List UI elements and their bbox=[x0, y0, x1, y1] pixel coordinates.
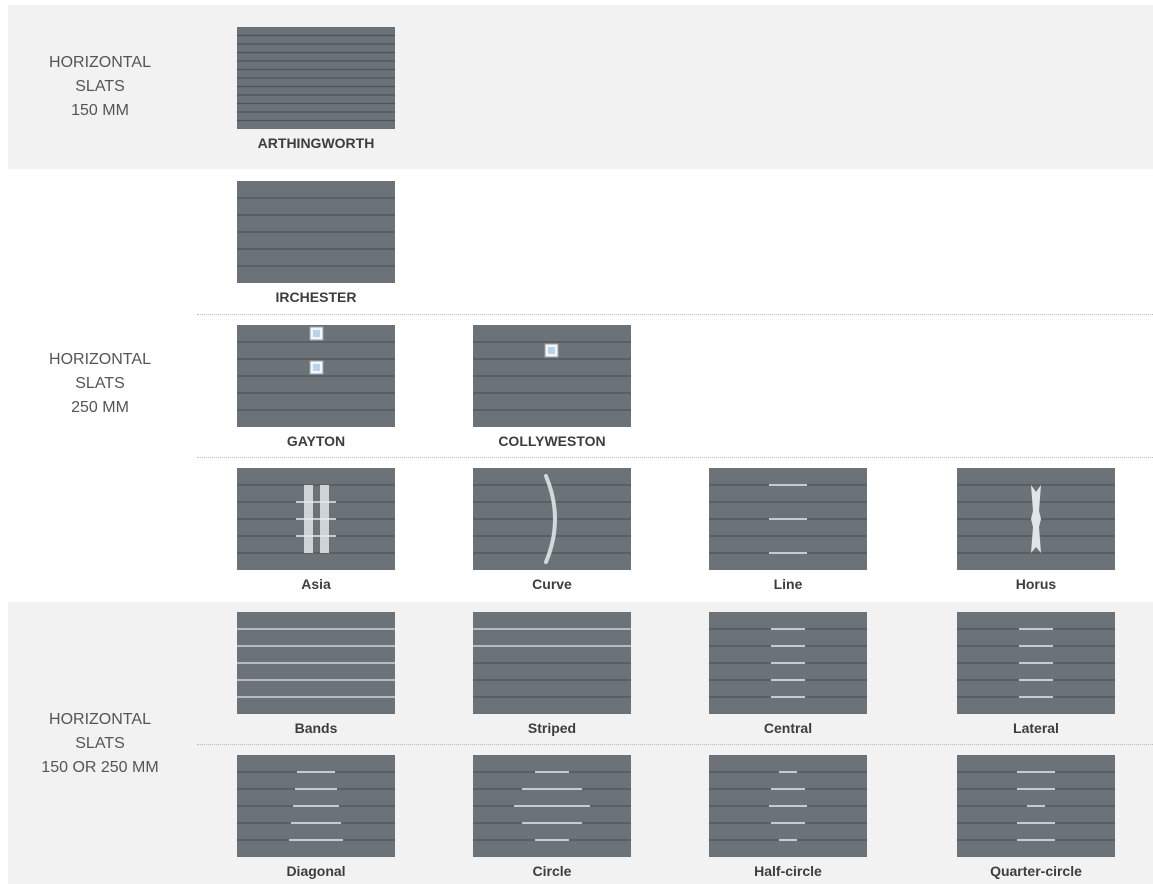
model-swatch-curve bbox=[473, 468, 631, 570]
model-name: Curve bbox=[532, 576, 572, 592]
swatch-pattern-central bbox=[709, 628, 867, 698]
group-label-line: 150 MM bbox=[71, 102, 129, 119]
model-swatch-striped bbox=[473, 612, 631, 714]
model-name: COLLYWESTON bbox=[498, 433, 606, 449]
model-swatch-lateral bbox=[957, 612, 1115, 714]
group-label-line: HORIZONTAL bbox=[49, 351, 151, 368]
model-swatch-collyweston bbox=[473, 325, 631, 427]
row-separator bbox=[197, 744, 1153, 745]
swatch-pattern-circle bbox=[473, 771, 631, 841]
swatch-pattern-lateral bbox=[957, 628, 1115, 698]
model-swatch-diagonal bbox=[237, 755, 395, 857]
group-label-150: HORIZONTAL SLATS 150 MM bbox=[10, 51, 190, 123]
swatch-pattern-horus bbox=[957, 484, 1115, 554]
group-label-150-or-250: HORIZONTAL SLATS 150 OR 250 MM bbox=[10, 708, 190, 780]
model-swatch-horus bbox=[957, 468, 1115, 570]
model-name: Bands bbox=[294, 720, 338, 736]
swatch-pattern-bands bbox=[237, 628, 395, 698]
model-name: Central bbox=[763, 720, 813, 736]
model-name: Diagonal bbox=[286, 863, 346, 879]
model-swatch-bands bbox=[237, 612, 395, 714]
group-label-line: 150 OR 250 MM bbox=[41, 759, 159, 776]
group-label-line: 250 MM bbox=[71, 399, 129, 416]
swatch-pattern-two-windows bbox=[237, 326, 395, 411]
swatch-pattern-quarter-circle bbox=[957, 771, 1115, 841]
model-swatch-circle bbox=[473, 755, 631, 857]
model-swatch-central bbox=[709, 612, 867, 714]
model-name: Asia bbox=[301, 576, 331, 592]
model-name: GAYTON bbox=[286, 433, 346, 449]
group-label-line: HORIZONTAL bbox=[49, 711, 151, 728]
model-swatch-asia bbox=[237, 468, 395, 570]
swatch-pattern-diagonal bbox=[237, 771, 395, 841]
model-name: Circle bbox=[532, 863, 572, 879]
group-label-250: HORIZONTAL SLATS 250 MM bbox=[10, 348, 190, 420]
model-name: Striped bbox=[527, 720, 577, 736]
row-separator bbox=[197, 457, 1153, 458]
group-label-line: SLATS bbox=[75, 78, 125, 95]
swatch-pattern-slats-250 bbox=[237, 197, 395, 267]
model-name: Line bbox=[773, 576, 803, 592]
model-name: Quarter-circle bbox=[990, 863, 1082, 879]
model-name: Half-circle bbox=[754, 863, 822, 879]
model-swatch-irchester bbox=[237, 181, 395, 283]
model-name: Lateral bbox=[1013, 720, 1059, 736]
row-separator bbox=[197, 314, 1153, 315]
model-swatch-gayton bbox=[237, 325, 395, 427]
model-name: ARTHINGWORTH bbox=[257, 135, 375, 151]
swatch-pattern-line bbox=[709, 484, 867, 554]
swatch-pattern-half-circle bbox=[709, 771, 867, 841]
model-name: IRCHESTER bbox=[275, 289, 357, 305]
group-label-line: HORIZONTAL bbox=[49, 54, 151, 71]
model-name: Horus bbox=[1015, 576, 1057, 592]
model-swatch-quarter-circle bbox=[957, 755, 1115, 857]
swatch-pattern-curve bbox=[473, 474, 631, 564]
group-label-line: SLATS bbox=[75, 735, 125, 752]
model-swatch-line bbox=[709, 468, 867, 570]
model-swatch-arthingworth bbox=[237, 27, 395, 129]
swatch-pattern-slats-150 bbox=[237, 34, 395, 122]
group-label-line: SLATS bbox=[75, 375, 125, 392]
swatch-pattern-striped bbox=[473, 628, 631, 698]
swatch-pattern-one-window bbox=[473, 341, 631, 411]
model-swatch-half-circle bbox=[709, 755, 867, 857]
swatch-pattern-asia bbox=[237, 484, 395, 554]
